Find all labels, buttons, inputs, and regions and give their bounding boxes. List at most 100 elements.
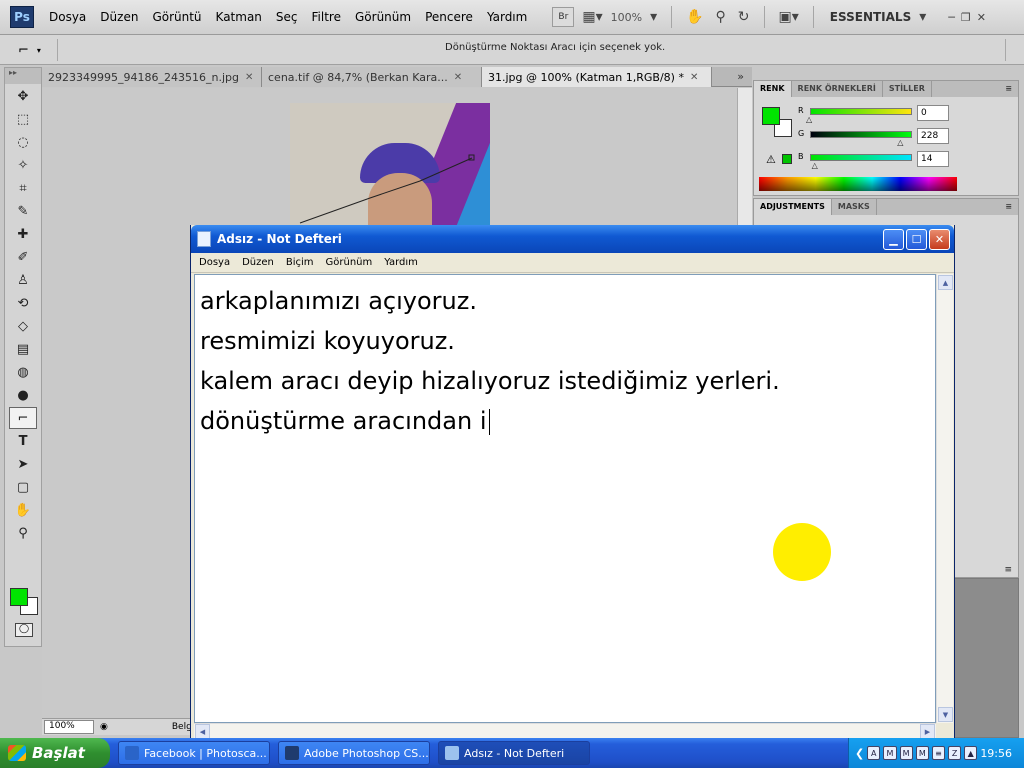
tab-document-3[interactable]: 31.jpg @ 100% (Katman 1,RGB/8) * ✕ — [482, 67, 712, 87]
tab-renk[interactable]: RENK — [754, 81, 792, 97]
status-menu-icon[interactable]: ◉ — [100, 722, 108, 732]
view-extras-icon[interactable]: ▦▾ — [578, 9, 606, 25]
tab-stiller[interactable]: STİLLER — [883, 81, 932, 97]
tray-app-icon[interactable]: A — [867, 746, 881, 760]
menu-pencere[interactable]: Pencere — [418, 10, 480, 24]
taskbar-item-photoshop[interactable]: Adobe Photoshop CS... — [278, 741, 430, 765]
tab-close-icon[interactable]: ✕ — [245, 72, 253, 83]
bridge-button[interactable]: Br — [552, 7, 575, 27]
scroll-right-icon[interactable]: ▶ — [920, 724, 935, 739]
tray-app-icon[interactable]: ▲ — [964, 746, 978, 760]
more-tabs-icon[interactable]: » — [729, 67, 752, 86]
menu-sec[interactable]: Seç — [269, 10, 305, 24]
workspace-switcher[interactable]: ESSENTIALS — [830, 10, 911, 24]
menu-gorunum[interactable]: Görünüm — [348, 10, 418, 24]
zoom-level-select[interactable]: 100% — [611, 11, 642, 24]
scroll-up-icon[interactable]: ▲ — [938, 275, 953, 290]
shape-tool-icon[interactable]: ▢ — [9, 476, 37, 498]
notepad-horizontal-scrollbar[interactable]: ◀ ▶ — [194, 723, 936, 739]
gradient-tool-icon[interactable]: ▤ — [9, 338, 37, 360]
notepad-menu-yardim[interactable]: Yardım — [378, 257, 424, 268]
zoom-tool-icon[interactable]: ⚲ — [712, 9, 730, 25]
tab-close-icon[interactable]: ✕ — [454, 72, 462, 83]
notepad-menu-gorunum[interactable]: Görünüm — [320, 257, 379, 268]
zoom-tool-icon[interactable]: ⚲ — [9, 522, 37, 544]
clone-stamp-tool-icon[interactable]: ♙ — [9, 269, 37, 291]
notepad-vertical-scrollbar[interactable]: ▲ ▼ — [936, 274, 953, 723]
photoshop-logo[interactable]: Ps — [10, 6, 34, 28]
notepad-menu-bicim[interactable]: Biçim — [280, 257, 320, 268]
tools-panel-header[interactable]: ▸▸ — [5, 68, 41, 84]
blue-value-input[interactable]: 14 — [917, 151, 949, 167]
resize-grip-icon[interactable] — [936, 723, 953, 738]
rotate-view-icon[interactable]: ↻ — [734, 9, 754, 25]
green-value-input[interactable]: 228 — [917, 128, 949, 144]
arrange-documents-icon[interactable]: ▣▾ — [775, 9, 803, 25]
scroll-left-icon[interactable]: ◀ — [195, 724, 210, 739]
panel-menu-icon[interactable]: ≡ — [1004, 565, 1012, 575]
tab-document-1[interactable]: 2923349995_94186_243516_n.jpg ✕ — [42, 67, 262, 87]
menu-dosya[interactable]: Dosya — [42, 10, 93, 24]
tray-app-icon[interactable]: M — [883, 746, 897, 760]
menu-goruntu[interactable]: Görüntü — [145, 10, 208, 24]
tab-document-2[interactable]: cena.tif @ 84,7% (Berkan Kara... ✕ — [262, 67, 482, 87]
dodge-tool-icon[interactable]: ● — [9, 384, 37, 406]
channel-slider-track[interactable] — [810, 154, 912, 161]
maximize-button[interactable]: ☐ — [906, 228, 927, 250]
type-tool-icon[interactable]: T — [9, 430, 37, 452]
tray-app-icon[interactable]: M — [899, 746, 913, 760]
tray-app-icon[interactable]: M — [915, 746, 929, 760]
out-of-gamut-warning-icon[interactable]: ⚠ — [766, 153, 776, 166]
gamut-swatch[interactable] — [782, 154, 792, 164]
move-tool-icon[interactable]: ✥ — [9, 85, 37, 107]
blur-tool-icon[interactable]: ◍ — [9, 361, 37, 383]
slider-thumb-icon[interactable]: △ — [806, 115, 812, 124]
notepad-menu-duzen[interactable]: Düzen — [236, 257, 280, 268]
tab-close-icon[interactable]: ✕ — [690, 72, 698, 83]
minimize-icon[interactable]: ─ — [948, 11, 955, 24]
quick-mask-icon[interactable]: ◯ — [15, 623, 33, 637]
notepad-text-area[interactable]: arkaplanımızı açıyoruz. resmimizi koyuyo… — [194, 274, 936, 723]
marquee-tool-icon[interactable]: ⬚ — [9, 108, 37, 130]
notepad-titlebar[interactable]: Adsız - Not Defteri ▁ ☐ ✕ — [191, 225, 954, 253]
healing-brush-tool-icon[interactable]: ✚ — [9, 223, 37, 245]
slider-thumb-icon[interactable]: △ — [897, 138, 903, 147]
menu-duzen[interactable]: Düzen — [93, 10, 145, 24]
color-spectrum-bar[interactable] — [759, 177, 957, 191]
workspace-chevron-icon[interactable]: ▾ — [915, 9, 930, 25]
brush-tool-icon[interactable]: ✐ — [9, 246, 37, 268]
lasso-tool-icon[interactable]: ◌ — [9, 131, 37, 153]
color-foreground-swatch[interactable] — [762, 107, 780, 125]
magic-wand-tool-icon[interactable]: ✧ — [9, 154, 37, 176]
slider-thumb-icon[interactable]: △ — [812, 161, 818, 170]
restore-icon[interactable]: ❐ — [961, 11, 971, 24]
dropdown-chevron-icon[interactable]: ▾ — [646, 9, 661, 25]
taskbar-item-notepad[interactable]: Adsız - Not Defteri — [438, 741, 590, 765]
crop-tool-icon[interactable]: ⌗ — [9, 177, 37, 199]
taskbar-item-facebook[interactable]: Facebook | Photosca... — [118, 741, 270, 765]
start-button[interactable]: Başlat — [0, 738, 110, 768]
history-brush-tool-icon[interactable]: ⟲ — [9, 292, 37, 314]
notepad-menu-dosya[interactable]: Dosya — [193, 257, 236, 268]
panel-menu-icon[interactable]: ≡ — [999, 81, 1018, 97]
menu-filtre[interactable]: Filtre — [305, 10, 348, 24]
hand-tool-icon[interactable]: ✋ — [9, 499, 37, 521]
close-button[interactable]: ✕ — [929, 228, 950, 250]
tray-expand-icon[interactable]: ❮ — [855, 747, 864, 760]
tab-renk-ornekleri[interactable]: RENK ÖRNEKLERİ — [792, 81, 883, 97]
tray-app-icon[interactable]: ≡ — [931, 746, 945, 760]
channel-slider-track[interactable] — [810, 131, 912, 138]
menu-yardim[interactable]: Yardım — [480, 10, 534, 24]
clock[interactable]: 19:56 — [980, 747, 1012, 760]
close-icon[interactable]: ✕ — [977, 11, 986, 24]
path-selection-tool-icon[interactable]: ➤ — [9, 453, 37, 475]
scroll-down-icon[interactable]: ▼ — [938, 707, 953, 722]
tab-adjustments[interactable]: ADJUSTMENTS — [754, 199, 832, 215]
eraser-tool-icon[interactable]: ◇ — [9, 315, 37, 337]
minimize-button[interactable]: ▁ — [883, 228, 904, 250]
tab-masks[interactable]: MASKS — [832, 199, 877, 215]
tool-preset-picker[interactable]: ⌐ ▾ — [8, 39, 58, 61]
tray-app-icon[interactable]: Z — [948, 746, 962, 760]
channel-slider-track[interactable] — [810, 108, 912, 115]
panel-menu-icon[interactable]: ≡ — [999, 199, 1018, 215]
